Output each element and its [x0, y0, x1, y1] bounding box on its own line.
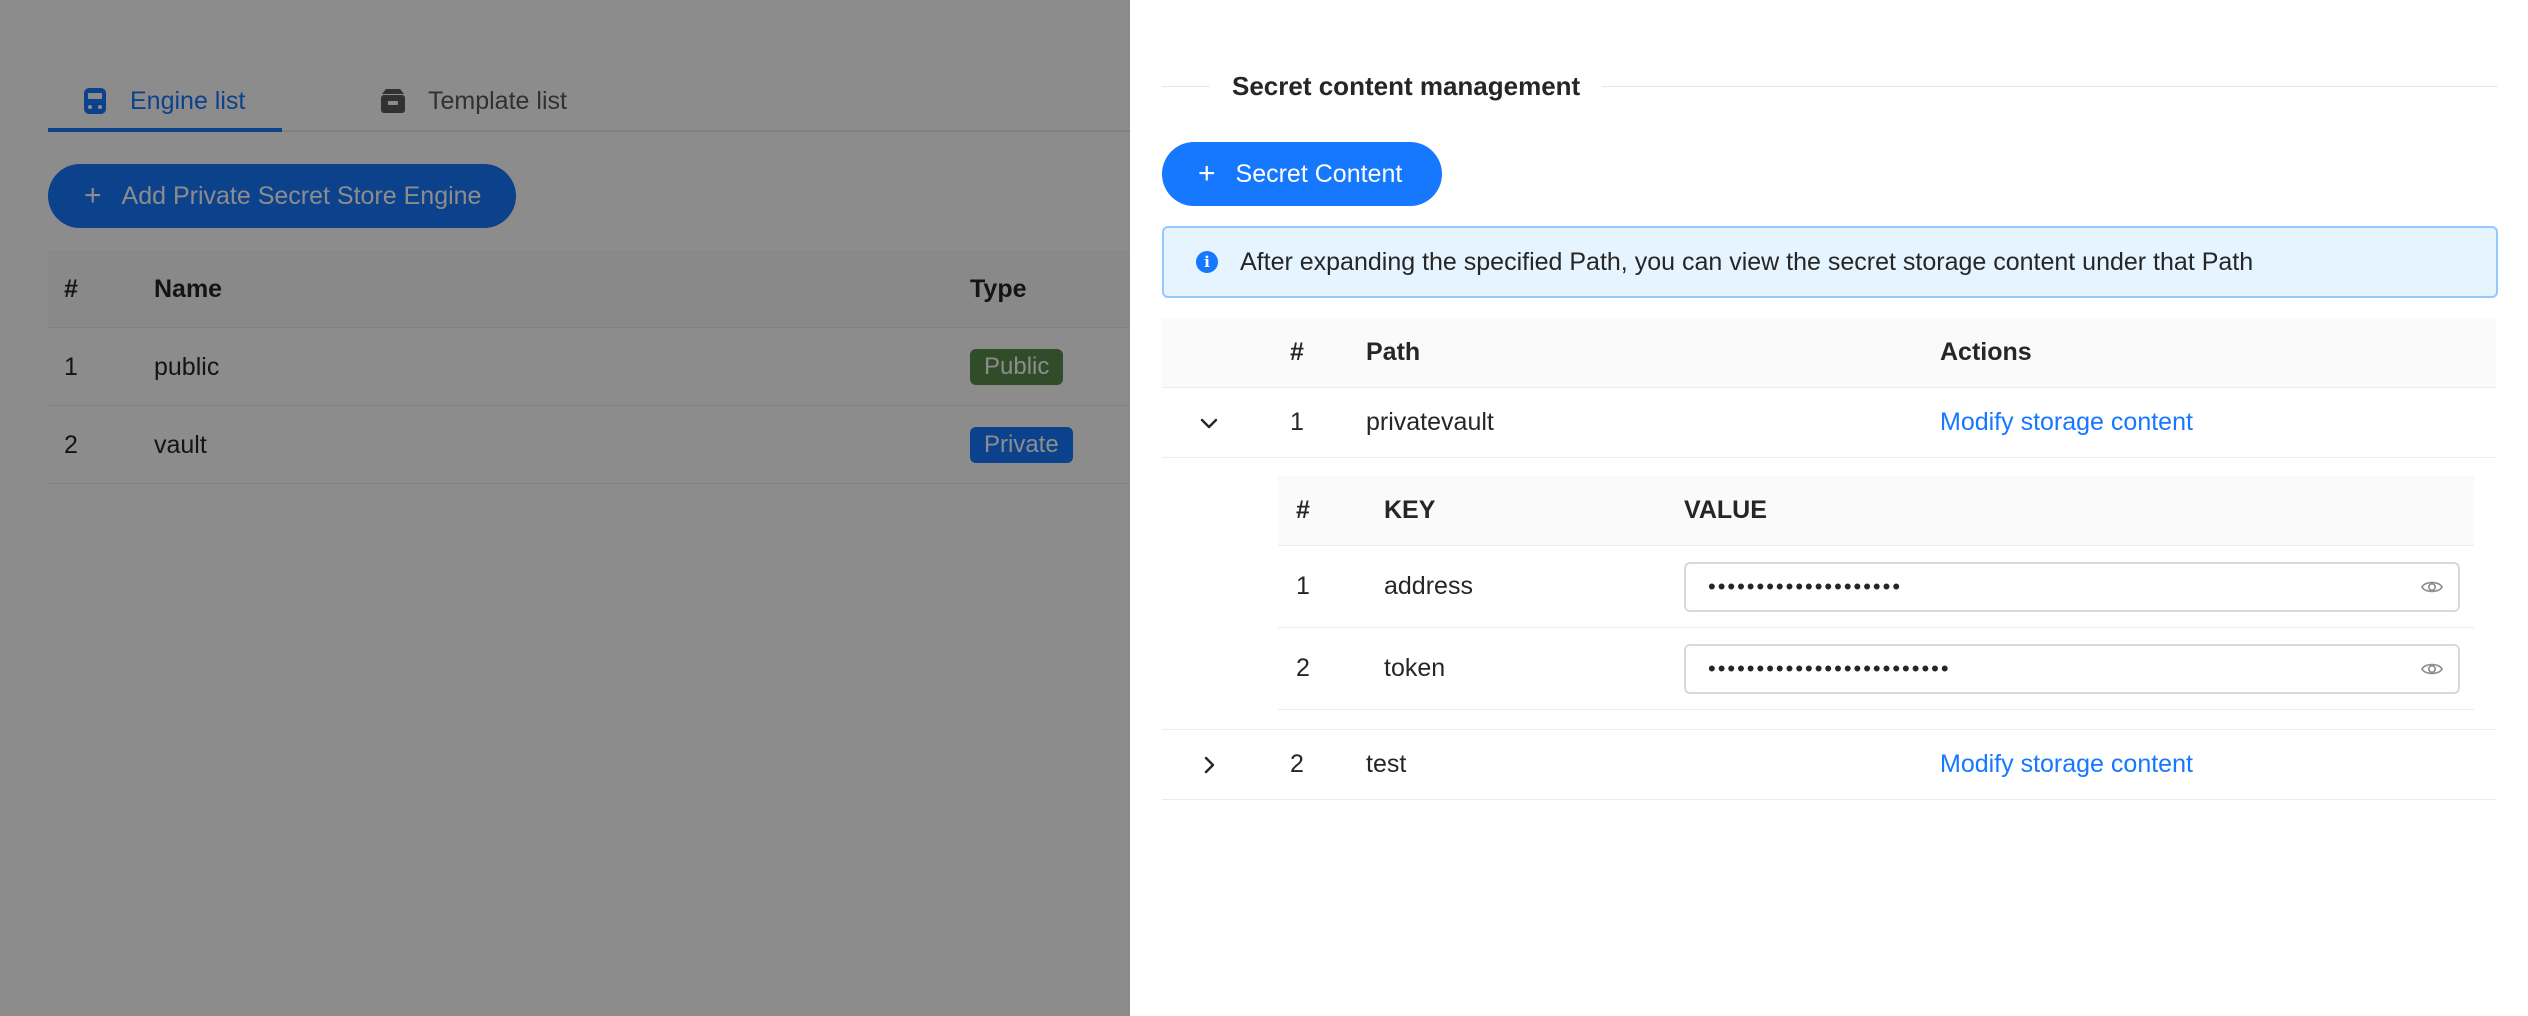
path-name: test: [1366, 750, 1407, 778]
row-index: 1: [1290, 408, 1304, 436]
table-row: 2 test Modify storage content: [1162, 730, 2496, 800]
column-header: #: [1290, 338, 1304, 366]
expand-row-button[interactable]: [1194, 750, 1224, 780]
modify-storage-content-link[interactable]: Modify storage content: [1940, 750, 2193, 779]
column-header: Actions: [1940, 338, 2032, 366]
secret-key: address: [1384, 572, 1473, 600]
secret-value-field[interactable]: ••••••••••••••••••••: [1684, 562, 2460, 612]
row-index: 1: [1296, 572, 1310, 600]
section-divider: Secret content management: [1162, 66, 2498, 106]
column-header: #: [1296, 496, 1310, 524]
masked-value: ••••••••••••••••••••: [1708, 574, 1903, 599]
divider-line: [1602, 85, 2498, 87]
eye-invisible-icon[interactable]: [2420, 575, 2444, 599]
table-header: # KEY VALUE: [1278, 476, 2474, 546]
row-index: 2: [1290, 750, 1304, 778]
chevron-down-icon: [1200, 418, 1218, 428]
secret-key: token: [1384, 654, 1446, 682]
key-value-table: # KEY VALUE 1 address ••••••••••••••••••…: [1278, 476, 2474, 710]
column-header: Path: [1366, 338, 1421, 366]
alert-text: After expanding the specified Path, you …: [1240, 247, 2254, 276]
table-header: # Path Actions: [1162, 318, 2496, 388]
plus-icon: +: [1198, 157, 1216, 190]
column-header: VALUE: [1684, 496, 1767, 524]
info-alert: i After expanding the specified Path, yo…: [1162, 226, 2498, 298]
row-index: 2: [1296, 654, 1310, 682]
divider-line: [1162, 85, 1210, 87]
path-name: privatevault: [1366, 408, 1494, 436]
secret-drawer: Secret content management + Secret Conte…: [1130, 0, 2528, 1016]
info-icon: i: [1196, 251, 1218, 273]
collapse-row-button[interactable]: [1194, 408, 1224, 438]
chevron-right-icon: [1204, 756, 1215, 773]
table-row: 2 token •••••••••••••••••••••••••: [1278, 628, 2474, 710]
modify-storage-content-link[interactable]: Modify storage content: [1940, 408, 2193, 437]
add-secret-content-button[interactable]: + Secret Content: [1162, 142, 1442, 206]
table-row: 1 address ••••••••••••••••••••: [1278, 546, 2474, 628]
expanded-row-content: # KEY VALUE 1 address ••••••••••••••••••…: [1162, 458, 2496, 730]
drawer-mask[interactable]: [0, 0, 1130, 1016]
secret-value-field[interactable]: •••••••••••••••••••••••••: [1684, 644, 2460, 694]
eye-invisible-icon[interactable]: [2420, 657, 2444, 681]
table-row: 1 privatevault Modify storage content: [1162, 388, 2496, 458]
path-table: # Path Actions 1 privatevault Modify sto…: [1162, 318, 2496, 800]
column-header: KEY: [1384, 496, 1436, 524]
masked-value: •••••••••••••••••••••••••: [1708, 656, 1951, 681]
button-label: Secret Content: [1235, 159, 1403, 188]
section-title: Secret content management: [1232, 70, 1581, 101]
